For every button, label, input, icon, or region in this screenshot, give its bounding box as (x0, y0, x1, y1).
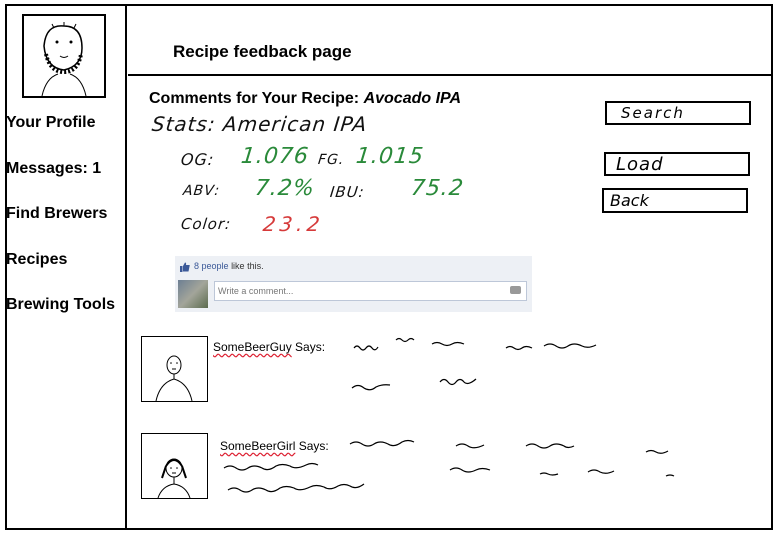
comment-placeholder: Write a comment... (218, 286, 294, 296)
sidebar-item-your-profile[interactable]: Your Profile (6, 114, 96, 132)
abv-label: ABV: (182, 183, 221, 199)
comment-text-scribble (351, 337, 597, 391)
sidebar-item-messages[interactable]: Messages: 1 (6, 160, 101, 178)
color-value: 23.2 (261, 212, 325, 236)
page-title: Recipe feedback page (173, 42, 352, 61)
sidebar-item-recipes[interactable]: Recipes (6, 251, 67, 269)
abv-value: 7.2% (253, 176, 317, 201)
like-count-link[interactable]: 8 people (194, 261, 229, 271)
og-value: 1.076 (239, 144, 311, 169)
sidebar-item-find-brewers[interactable]: Find Brewers (6, 205, 107, 223)
thumbs-up-icon[interactable] (180, 262, 190, 272)
person-with-pigtails-icon (157, 458, 191, 499)
recipe-name: Avocado IPA (363, 90, 462, 107)
profile-avatar[interactable] (22, 14, 106, 98)
sidebar-divider (125, 4, 127, 530)
comment-author: SomeBeerGuy Says: (213, 340, 325, 354)
camera-icon[interactable] (510, 286, 521, 294)
bearded-face-icon (41, 22, 87, 97)
recipe-style: Stats: American IPA (150, 112, 369, 136)
comment-input[interactable]: Write a comment... (214, 281, 527, 301)
like-suffix: like this. (231, 261, 264, 271)
ibu-value: 75.2 (409, 176, 466, 201)
search-button[interactable]: Search (605, 101, 751, 125)
comment-author-name[interactable]: SomeBeerGuy (213, 340, 292, 354)
person-icon (155, 355, 193, 402)
back-button[interactable]: Back (602, 188, 748, 213)
comment-text-scribble (223, 439, 675, 493)
facebook-comment-widget: 8 people like this. Write a comment... (175, 256, 532, 312)
ibu-label: IBU: (329, 183, 366, 201)
comments-title: Comments for Your Recipe: Avocado IPA (149, 90, 461, 108)
commenter-avatar (141, 336, 208, 402)
like-summary: 8 people like this. (180, 261, 264, 272)
comment-says: Says: (295, 340, 326, 354)
fg-value: 1.015 (354, 144, 426, 169)
og-label: OG: (180, 150, 216, 169)
header-bar (128, 4, 773, 76)
color-label: Color: (180, 215, 233, 233)
commenter-avatar (141, 433, 208, 499)
load-button[interactable]: Load (604, 152, 750, 176)
sidebar-item-brewing-tools[interactable]: Brewing Tools (6, 296, 115, 314)
comments-title-prefix: Comments for Your Recipe: (149, 90, 360, 107)
fg-label: FG. (317, 152, 346, 168)
commenter-photo (178, 280, 208, 308)
